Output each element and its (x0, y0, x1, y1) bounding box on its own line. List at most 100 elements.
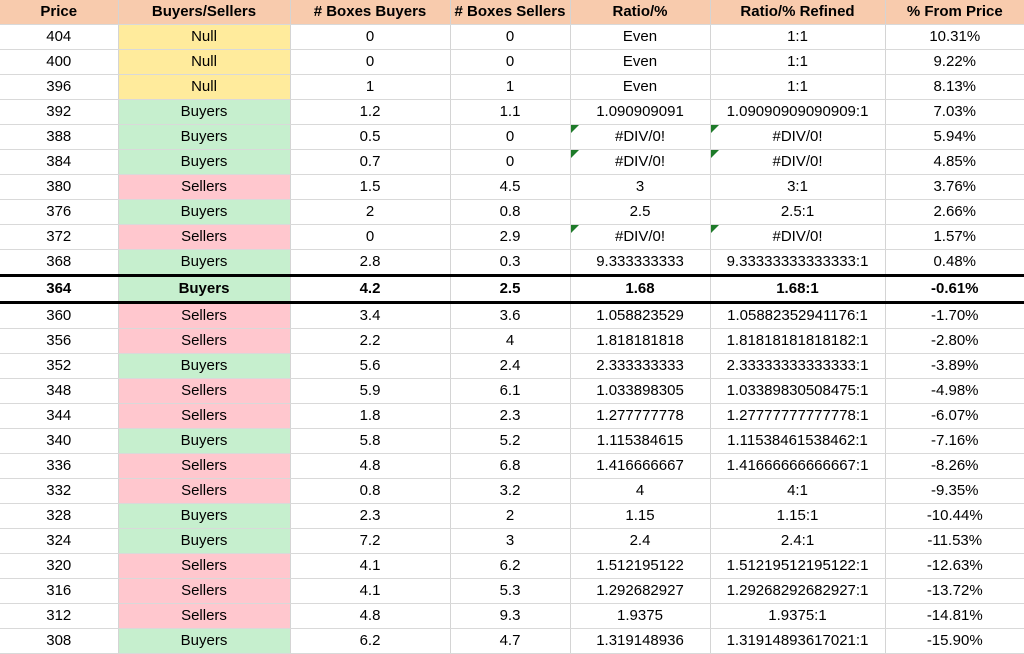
cell-status[interactable]: Sellers (118, 328, 291, 354)
cell-pct[interactable]: -10.44% (885, 503, 1024, 529)
cell-ratio[interactable]: 1.9375 (570, 603, 711, 629)
cell-ratio[interactable]: 1.68 (570, 274, 711, 304)
cell-boxes_sell[interactable]: 3.6 (450, 302, 571, 329)
cell-boxes_sell[interactable]: 1 (450, 74, 571, 100)
cell-pct[interactable]: -15.90% (885, 628, 1024, 654)
cell-price[interactable]: 368 (0, 249, 119, 276)
cell-ratio[interactable]: Even (570, 74, 711, 100)
cell-boxes_sell[interactable]: 4.5 (450, 174, 571, 200)
cell-boxes_sell[interactable]: 0 (450, 49, 571, 75)
cell-boxes_buy[interactable]: 4.2 (290, 274, 451, 304)
table-row[interactable]: 380 Sellers 1.5 4.5 3 3:1 3.76% (0, 174, 1024, 200)
cell-ratio_ref[interactable]: 1:1 (710, 74, 886, 100)
cell-price[interactable]: 360 (0, 302, 119, 329)
cell-ratio_ref[interactable]: #DIV/0! (710, 149, 886, 175)
column-header-status[interactable]: Buyers/Sellers (118, 0, 291, 25)
cell-boxes_buy[interactable]: 1.2 (290, 99, 451, 125)
cell-boxes_buy[interactable]: 4.1 (290, 553, 451, 579)
cell-status[interactable]: Buyers (118, 428, 291, 454)
column-header-boxes_buy[interactable]: # Boxes Buyers (290, 0, 451, 25)
cell-ratio[interactable]: 2.4 (570, 528, 711, 554)
cell-boxes_sell[interactable]: 5.3 (450, 578, 571, 604)
cell-status[interactable]: Sellers (118, 478, 291, 504)
cell-ratio[interactable]: Even (570, 24, 711, 50)
cell-status[interactable]: Null (118, 49, 291, 75)
table-row[interactable]: 368 Buyers 2.8 0.3 9.333333333 9.333333333333… (0, 249, 1024, 276)
cell-pct[interactable]: -7.16% (885, 428, 1024, 454)
table-row[interactable]: 396 Null 1 1 Even 1:1 8.13% (0, 74, 1024, 100)
cell-status[interactable]: Null (118, 74, 291, 100)
cell-price[interactable]: 328 (0, 503, 119, 529)
column-header-ratio[interactable]: Ratio/% (570, 0, 711, 25)
cell-ratio[interactable]: 1.033898305 (570, 378, 711, 404)
cell-pct[interactable]: -3.89% (885, 353, 1024, 379)
cell-price[interactable]: 372 (0, 224, 119, 250)
cell-ratio_ref[interactable]: 1.03389830508475:1 (710, 378, 886, 404)
table-row[interactable]: 324 Buyers 7.2 3 2.4 2.4:1 -11.53% (0, 528, 1024, 554)
cell-ratio[interactable]: 1.292682927 (570, 578, 711, 604)
cell-status[interactable]: Sellers (118, 224, 291, 250)
cell-ratio_ref[interactable]: 1.31914893617021:1 (710, 628, 886, 654)
cell-boxes_buy[interactable]: 4.1 (290, 578, 451, 604)
cell-ratio[interactable]: 1.277777778 (570, 403, 711, 429)
cell-ratio_ref[interactable]: 1.68:1 (710, 274, 886, 304)
cell-boxes_buy[interactable]: 5.6 (290, 353, 451, 379)
cell-boxes_sell[interactable]: 6.8 (450, 453, 571, 479)
cell-pct[interactable]: 8.13% (885, 74, 1024, 100)
cell-boxes_sell[interactable]: 0.3 (450, 249, 571, 276)
cell-pct[interactable]: -13.72% (885, 578, 1024, 604)
cell-price[interactable]: 356 (0, 328, 119, 354)
table-row[interactable]: 360 Sellers 3.4 3.6 1.058823529 1.05882352941… (0, 302, 1024, 329)
table-row[interactable]: 332 Sellers 0.8 3.2 4 4:1 -9.35% (0, 478, 1024, 504)
cell-ratio_ref[interactable]: 2.4:1 (710, 528, 886, 554)
cell-ratio_ref[interactable]: #DIV/0! (710, 224, 886, 250)
cell-pct[interactable]: -0.61% (885, 274, 1024, 304)
cell-boxes_sell[interactable]: 6.1 (450, 378, 571, 404)
cell-price[interactable]: 388 (0, 124, 119, 150)
cell-price[interactable]: 348 (0, 378, 119, 404)
cell-status[interactable]: Buyers (118, 628, 291, 654)
table-row[interactable]: 348 Sellers 5.9 6.1 1.033898305 1.03389830508… (0, 378, 1024, 404)
cell-pct[interactable]: 2.66% (885, 199, 1024, 225)
cell-pct[interactable]: -11.53% (885, 528, 1024, 554)
cell-ratio_ref[interactable]: 1.51219512195122:1 (710, 553, 886, 579)
cell-ratio[interactable]: #DIV/0! (570, 124, 711, 150)
cell-status[interactable]: Sellers (118, 378, 291, 404)
cell-status[interactable]: Null (118, 24, 291, 50)
cell-boxes_buy[interactable]: 0 (290, 24, 451, 50)
cell-status[interactable]: Buyers (118, 149, 291, 175)
column-header-price[interactable]: Price (0, 0, 119, 25)
cell-price[interactable]: 308 (0, 628, 119, 654)
cell-boxes_buy[interactable]: 2.2 (290, 328, 451, 354)
cell-price[interactable]: 380 (0, 174, 119, 200)
table-row[interactable]: 316 Sellers 4.1 5.3 1.292682927 1.29268292682… (0, 578, 1024, 604)
cell-ratio[interactable]: #DIV/0! (570, 224, 711, 250)
cell-ratio[interactable]: 1.319148936 (570, 628, 711, 654)
cell-ratio[interactable]: 1.512195122 (570, 553, 711, 579)
cell-boxes_sell[interactable]: 0.8 (450, 199, 571, 225)
cell-boxes_sell[interactable]: 5.2 (450, 428, 571, 454)
cell-price[interactable]: 340 (0, 428, 119, 454)
cell-boxes_buy[interactable]: 0.5 (290, 124, 451, 150)
cell-boxes_buy[interactable]: 2.3 (290, 503, 451, 529)
table-row[interactable]: 372 Sellers 0 2.9 #DIV/0! #DIV/0! 1.57% (0, 224, 1024, 250)
table-row[interactable]: 340 Buyers 5.8 5.2 1.115384615 1.115384615384… (0, 428, 1024, 454)
cell-status[interactable]: Sellers (118, 553, 291, 579)
cell-pct[interactable]: -1.70% (885, 302, 1024, 329)
table-row[interactable]: 404 Null 0 0 Even 1:1 10.31% (0, 24, 1024, 50)
cell-ratio_ref[interactable]: 1.27777777777778:1 (710, 403, 886, 429)
cell-price[interactable]: 344 (0, 403, 119, 429)
cell-boxes_sell[interactable]: 6.2 (450, 553, 571, 579)
cell-boxes_sell[interactable]: 0 (450, 24, 571, 50)
table-row[interactable]: 364 Buyers 4.2 2.5 1.68 1.68:1 -0.61% (0, 274, 1024, 304)
cell-ratio_ref[interactable]: 2.5:1 (710, 199, 886, 225)
cell-pct[interactable]: -4.98% (885, 378, 1024, 404)
cell-pct[interactable]: 10.31% (885, 24, 1024, 50)
cell-boxes_sell[interactable]: 0 (450, 149, 571, 175)
cell-ratio_ref[interactable]: 4:1 (710, 478, 886, 504)
cell-status[interactable]: Buyers (118, 528, 291, 554)
cell-price[interactable]: 312 (0, 603, 119, 629)
cell-ratio[interactable]: 3 (570, 174, 711, 200)
cell-boxes_buy[interactable]: 1 (290, 74, 451, 100)
cell-price[interactable]: 400 (0, 49, 119, 75)
